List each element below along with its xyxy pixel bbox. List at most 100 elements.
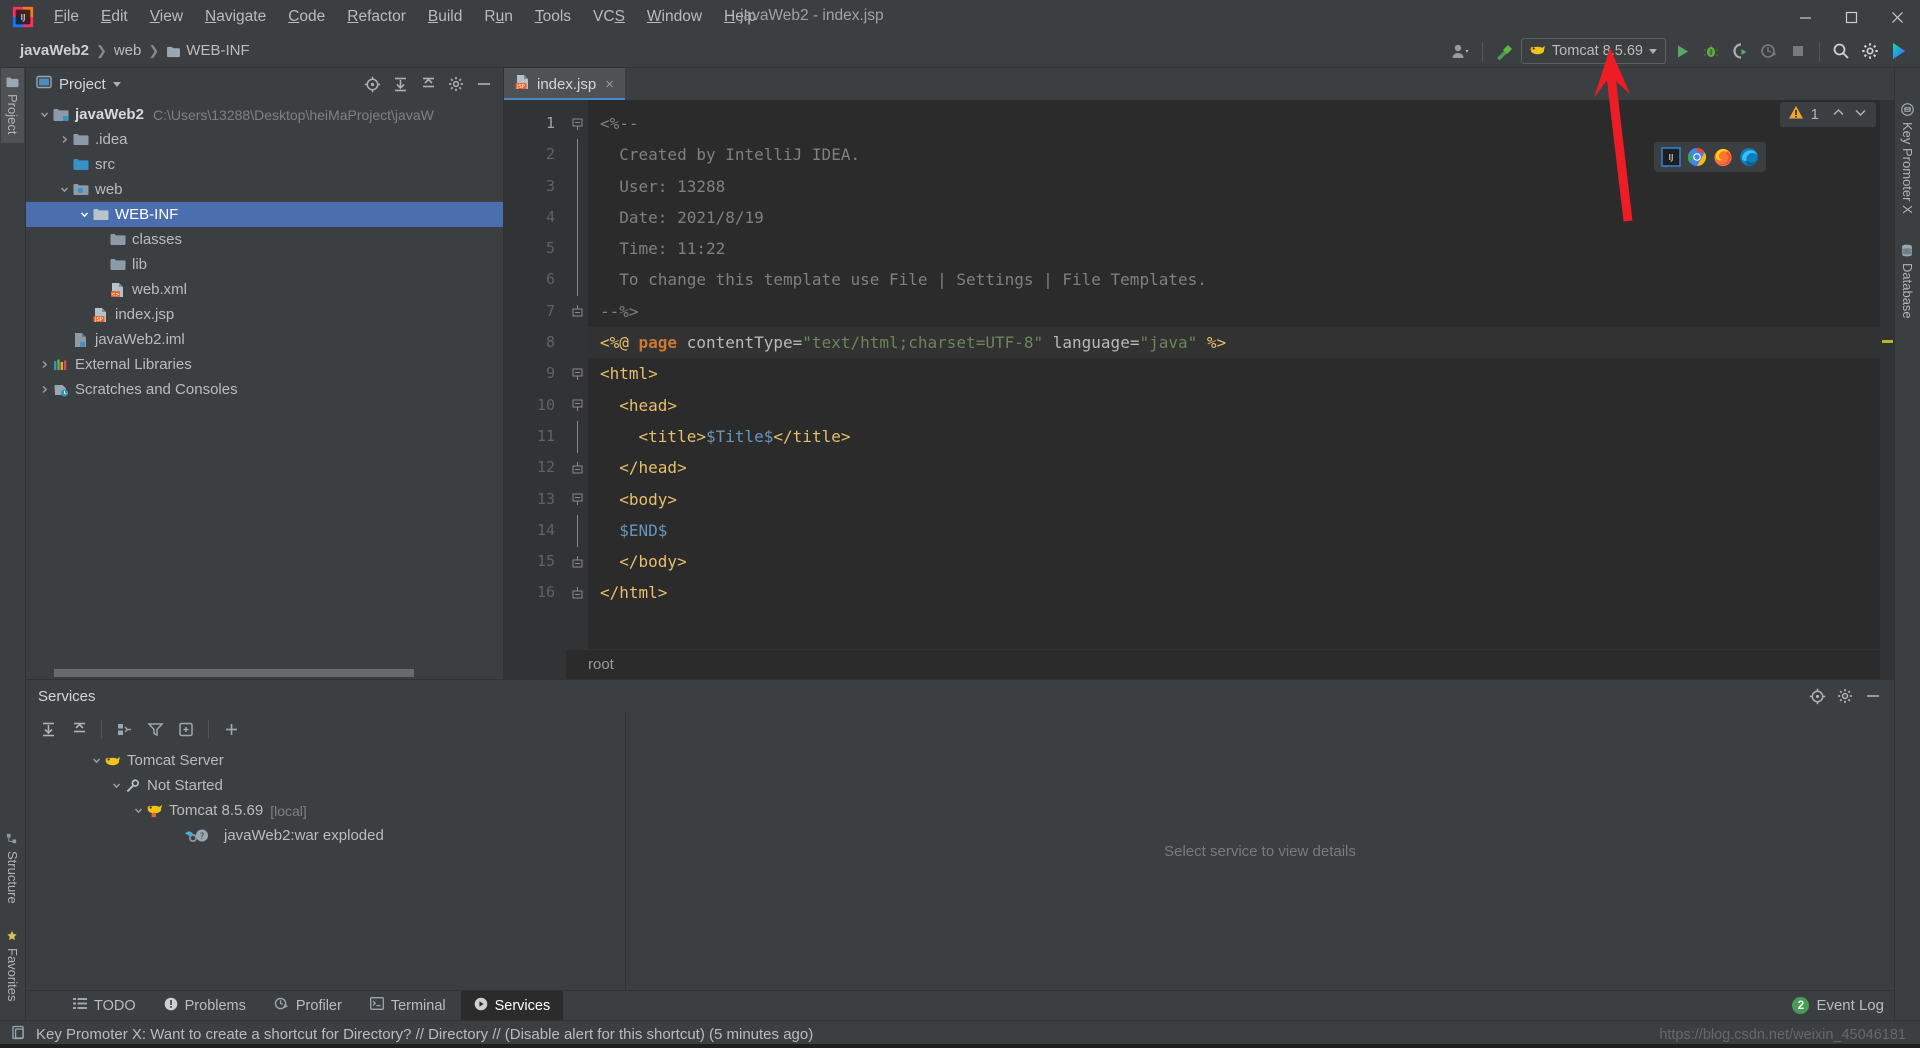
search-everywhere-button[interactable] [1828, 38, 1854, 64]
bottom-tab-profiler[interactable]: Profiler [261, 991, 355, 1021]
tree-node-idea[interactable]: .idea [26, 127, 503, 152]
notification-icon[interactable] [12, 1025, 27, 1044]
chevron-down-icon[interactable] [108, 780, 124, 791]
editor-error-stripe[interactable] [1880, 100, 1894, 679]
expand-all-button[interactable] [387, 72, 413, 96]
chevron-down-icon[interactable] [112, 81, 121, 87]
menu-edit[interactable]: Edit [91, 5, 138, 29]
breadcrumb-item-webinf[interactable]: WEB-INF [160, 40, 255, 61]
menu-window[interactable]: Window [637, 5, 712, 29]
breadcrumb-item-web[interactable]: web [108, 40, 148, 61]
chevron-down-icon[interactable] [88, 755, 104, 766]
user-account-button[interactable] [1448, 38, 1474, 64]
menu-navigate[interactable]: Navigate [195, 5, 276, 29]
maximize-window-button[interactable] [1828, 0, 1874, 34]
close-window-button[interactable] [1874, 0, 1920, 34]
editor-fold-gutter[interactable] [566, 100, 588, 679]
collapse-all-button[interactable] [65, 716, 93, 742]
show-configurations-button[interactable] [172, 716, 200, 742]
menu-refactor[interactable]: Refactor [337, 5, 416, 29]
services-node-tomcat-local[interactable]: Tomcat 8.5.69 [local] [26, 798, 625, 823]
chevron-down-icon[interactable] [76, 209, 92, 220]
fold-marker-start[interactable] [566, 108, 588, 139]
intellij-icon[interactable]: IJ [1661, 147, 1681, 167]
fold-marker-end[interactable] [566, 546, 588, 577]
code-line-13[interactable]: <body> [588, 484, 1880, 515]
sidebar-item-key-promoter-x[interactable]: Key Promoter X [1896, 94, 1919, 223]
run-configuration-selector[interactable]: Tomcat 8.5.69 [1520, 38, 1666, 64]
tree-node-iml[interactable]: javaWeb2.iml [26, 327, 503, 352]
bottom-tab-services[interactable]: Services [460, 990, 564, 1021]
code-line-4[interactable]: Date: 2021/8/19 [588, 202, 1880, 233]
services-tree[interactable]: Tomcat Server Not Started Tomcat 8.5.69 … [26, 746, 625, 990]
code-line-16[interactable]: </html> [588, 577, 1880, 608]
services-node-tomcat-server[interactable]: Tomcat Server [26, 748, 625, 773]
collapse-all-button[interactable] [415, 72, 441, 96]
services-settings-button[interactable] [1832, 684, 1858, 708]
filter-button[interactable] [141, 716, 169, 742]
settings-button[interactable] [1857, 38, 1883, 64]
menu-code[interactable]: Code [278, 5, 335, 29]
close-icon[interactable]: × [603, 76, 616, 93]
edge-icon[interactable] [1739, 147, 1759, 167]
fold-marker-start[interactable] [566, 390, 588, 421]
editor-text-area[interactable]: 1 2 3 4 5 6 7 8 9 10 11 12 13 14 15 16 <… [504, 100, 1894, 679]
tree-node-javaweb2[interactable]: javaWeb2 C:\Users\13288\Desktop\heiMaPro… [26, 102, 503, 127]
code-line-11[interactable]: <title>$Title$</title> [588, 421, 1880, 452]
run-button[interactable] [1669, 38, 1695, 64]
chrome-icon[interactable] [1687, 147, 1707, 167]
chevron-down-icon[interactable] [36, 109, 52, 120]
services-node-not-started[interactable]: Not Started [26, 773, 625, 798]
event-log-button[interactable]: 2 Event Log [1792, 997, 1884, 1014]
breadcrumb-item-project[interactable]: javaWeb2 [14, 40, 95, 61]
code-line-1[interactable]: <%-- [588, 108, 1880, 139]
tree-node-index-jsp[interactable]: JSP index.jsp [26, 302, 503, 327]
project-tool-window-title[interactable]: Project [36, 75, 121, 93]
sidebar-item-project[interactable]: Project [1, 68, 24, 144]
menu-file[interactable]: File [44, 5, 89, 29]
menu-run[interactable]: Run [474, 5, 522, 29]
select-opened-file-button[interactable] [359, 72, 385, 96]
services-help-button[interactable] [1804, 684, 1830, 708]
project-horizontal-scrollbar[interactable] [26, 667, 503, 679]
fold-marker-start[interactable] [566, 484, 588, 515]
tree-node-web-xml[interactable]: <> web.xml [26, 277, 503, 302]
add-service-button[interactable] [217, 716, 245, 742]
run-with-coverage-button[interactable] [1727, 38, 1753, 64]
group-by-button[interactable] [110, 716, 138, 742]
bottom-tab-todo[interactable]: TODO [60, 991, 149, 1021]
code-line-6[interactable]: To change this template use File | Setti… [588, 264, 1880, 295]
project-tree[interactable]: javaWeb2 C:\Users\13288\Desktop\heiMaPro… [26, 100, 503, 667]
next-highlight-button[interactable] [1853, 106, 1868, 123]
chevron-right-icon[interactable] [56, 134, 72, 145]
bottom-tab-problems[interactable]: Problems [151, 991, 259, 1021]
tree-node-scratches[interactable]: Scratches and Consoles [26, 377, 503, 402]
sidebar-item-structure[interactable]: Structure [1, 824, 24, 913]
chevron-down-icon[interactable] [130, 805, 146, 816]
fold-marker-end[interactable] [566, 452, 588, 483]
tool-window-settings-button[interactable] [443, 72, 469, 96]
firefox-icon[interactable] [1713, 147, 1733, 167]
code-line-3[interactable]: User: 13288 [588, 171, 1880, 202]
chevron-right-icon[interactable] [36, 384, 52, 395]
debug-button[interactable] [1698, 38, 1724, 64]
services-node-artifact[interactable]: ? javaWeb2:war exploded [26, 823, 625, 848]
tree-node-web[interactable]: web [26, 177, 503, 202]
editor-tab-index-jsp[interactable]: JSP index.jsp × [504, 68, 625, 100]
profile-button[interactable] [1756, 38, 1782, 64]
chevron-down-icon[interactable] [56, 184, 72, 195]
fold-marker-start[interactable] [566, 358, 588, 389]
editor-code-content[interactable]: <%-- Created by IntelliJ IDEA. User: 132… [588, 100, 1880, 679]
hide-tool-window-button[interactable] [471, 72, 497, 96]
code-line-8[interactable]: <%@ page contentType="text/html;charset=… [588, 327, 1880, 359]
menu-vcs[interactable]: VCS [583, 5, 635, 29]
fold-marker-end[interactable] [566, 296, 588, 327]
minimize-window-button[interactable] [1782, 0, 1828, 34]
code-line-10[interactable]: <head> [588, 390, 1880, 421]
code-line-5[interactable]: Time: 11:22 [588, 233, 1880, 264]
tree-node-external-libraries[interactable]: External Libraries [26, 352, 503, 377]
sidebar-item-favorites[interactable]: Favorites [1, 921, 24, 1010]
scrollbar-thumb[interactable] [54, 669, 414, 677]
code-line-12[interactable]: </head> [588, 452, 1880, 483]
build-project-button[interactable] [1491, 38, 1518, 64]
